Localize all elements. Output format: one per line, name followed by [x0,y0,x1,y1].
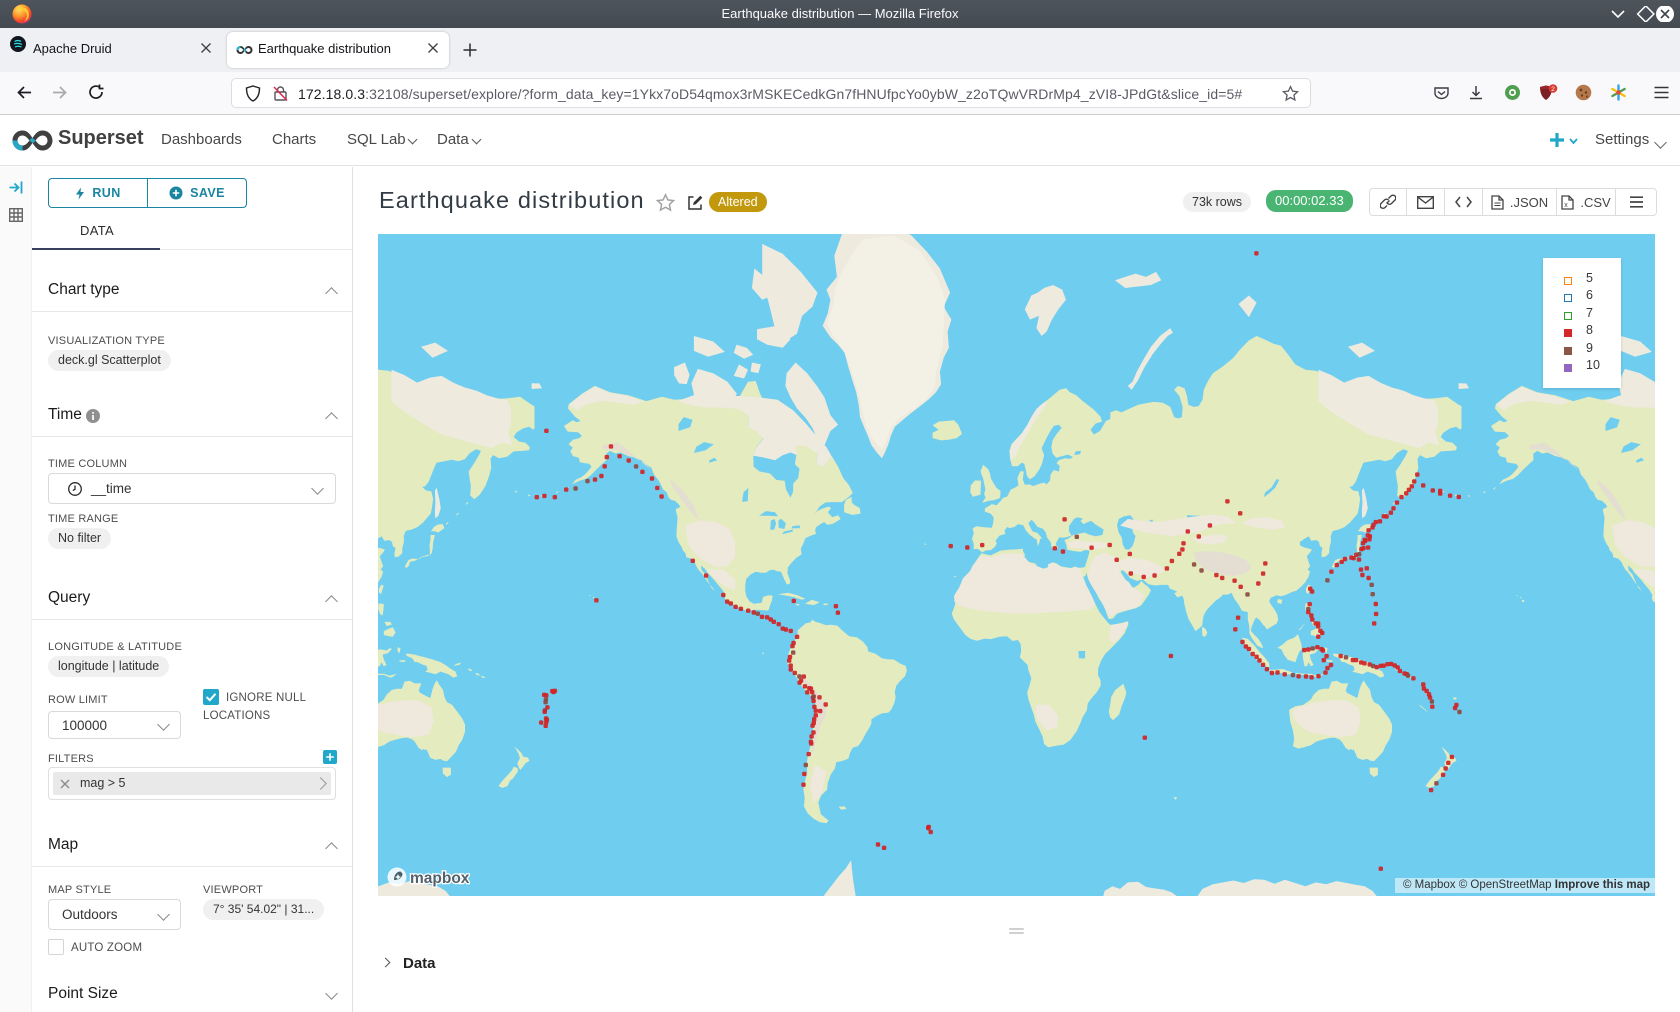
svg-text:x: x [1565,202,1569,209]
svg-text:mapbox: mapbox [410,870,470,887]
svg-text:2: 2 [1551,86,1555,93]
